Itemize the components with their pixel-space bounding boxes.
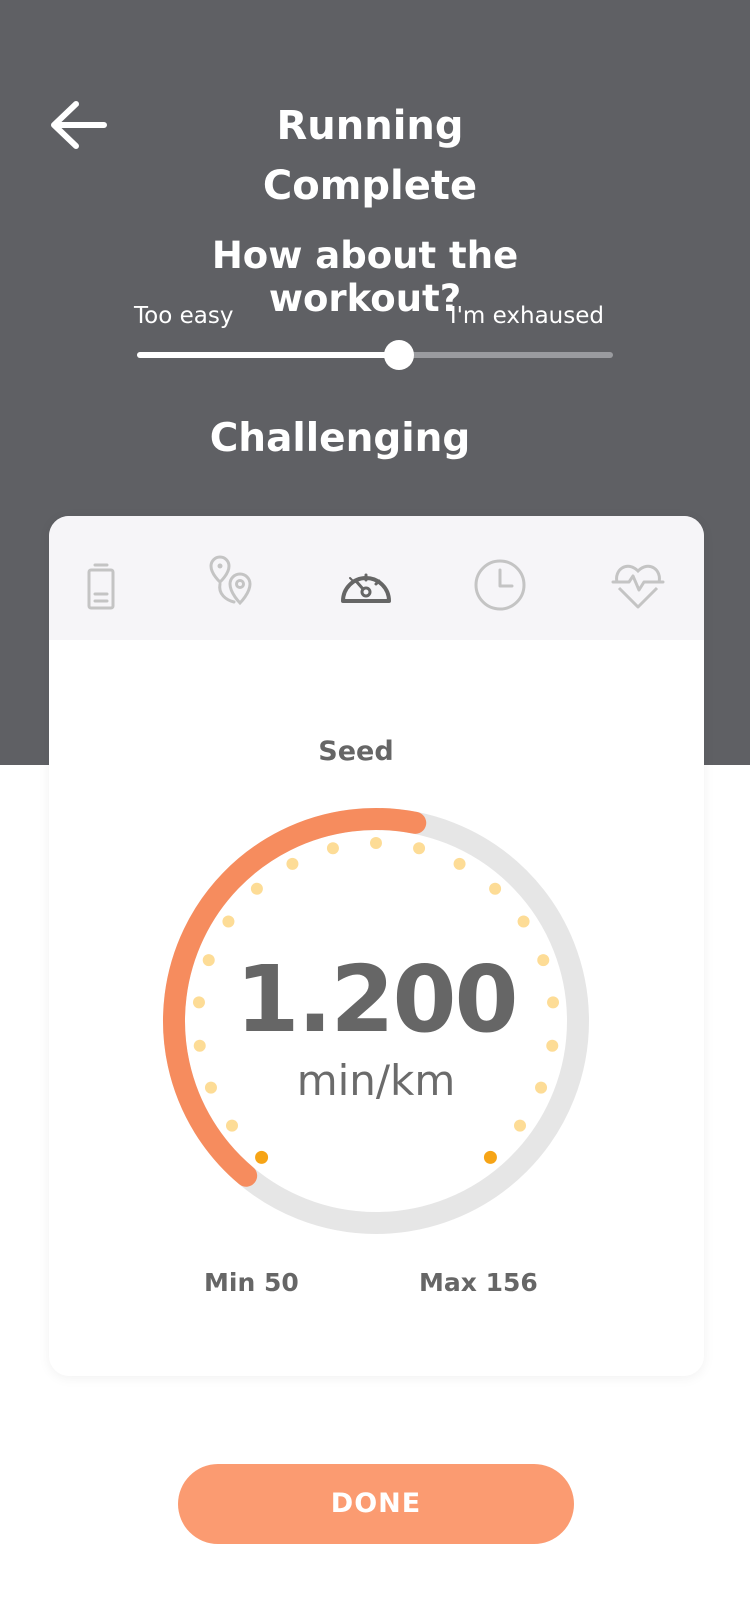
gauge-dot: [255, 1150, 269, 1164]
slider-min-label: Too easy: [134, 303, 234, 329]
gauge-dot: [483, 1150, 497, 1164]
difficulty-slider[interactable]: [137, 335, 613, 377]
gauge-dot: [514, 1119, 527, 1132]
slider-thumb[interactable]: [383, 340, 414, 370]
slider-max-label: I'm exhaused: [449, 303, 604, 329]
arrow-left-icon: [51, 101, 107, 149]
tab-speed[interactable]: [333, 552, 399, 618]
gauge-min-label: Min 50: [204, 1268, 299, 1297]
tab-time[interactable]: [467, 552, 533, 618]
gauge-dot: [453, 857, 466, 870]
back-button[interactable]: [40, 92, 120, 158]
speedometer-icon: [341, 573, 391, 603]
gauge-dot: [225, 1119, 238, 1132]
tab-heart-rate[interactable]: [605, 552, 671, 618]
tab-route[interactable]: [197, 552, 263, 618]
gauge-dot: [489, 882, 502, 895]
heart-rate-icon: [611, 564, 665, 609]
done-button[interactable]: DONE: [178, 1464, 574, 1544]
gauge-dot: [222, 915, 235, 928]
gauge-dot: [250, 882, 263, 895]
metric-label: Seed: [318, 736, 394, 767]
gauge-max-label: Max 156: [419, 1268, 538, 1297]
tab-battery[interactable]: [68, 552, 134, 618]
page-title: Running Complete: [262, 103, 478, 209]
battery-icon: [87, 563, 115, 610]
difficulty-level-label: Challenging: [209, 416, 471, 461]
gauge-dot: [413, 842, 426, 855]
gauge-dot: [370, 837, 382, 849]
gauge-dot: [326, 842, 339, 855]
clock-icon: [474, 559, 526, 611]
metrics-card: Seed 1.200 min/km Min 50 Max 156: [49, 516, 704, 1376]
gauge-dot: [286, 857, 299, 870]
speed-unit: min/km: [296, 1056, 456, 1105]
location-pins-icon: [209, 555, 252, 606]
gauge-dot: [517, 915, 530, 928]
metric-tab-bar: [49, 516, 704, 640]
slider-fill: [137, 352, 399, 358]
speed-value: 1.200: [235, 946, 518, 1053]
